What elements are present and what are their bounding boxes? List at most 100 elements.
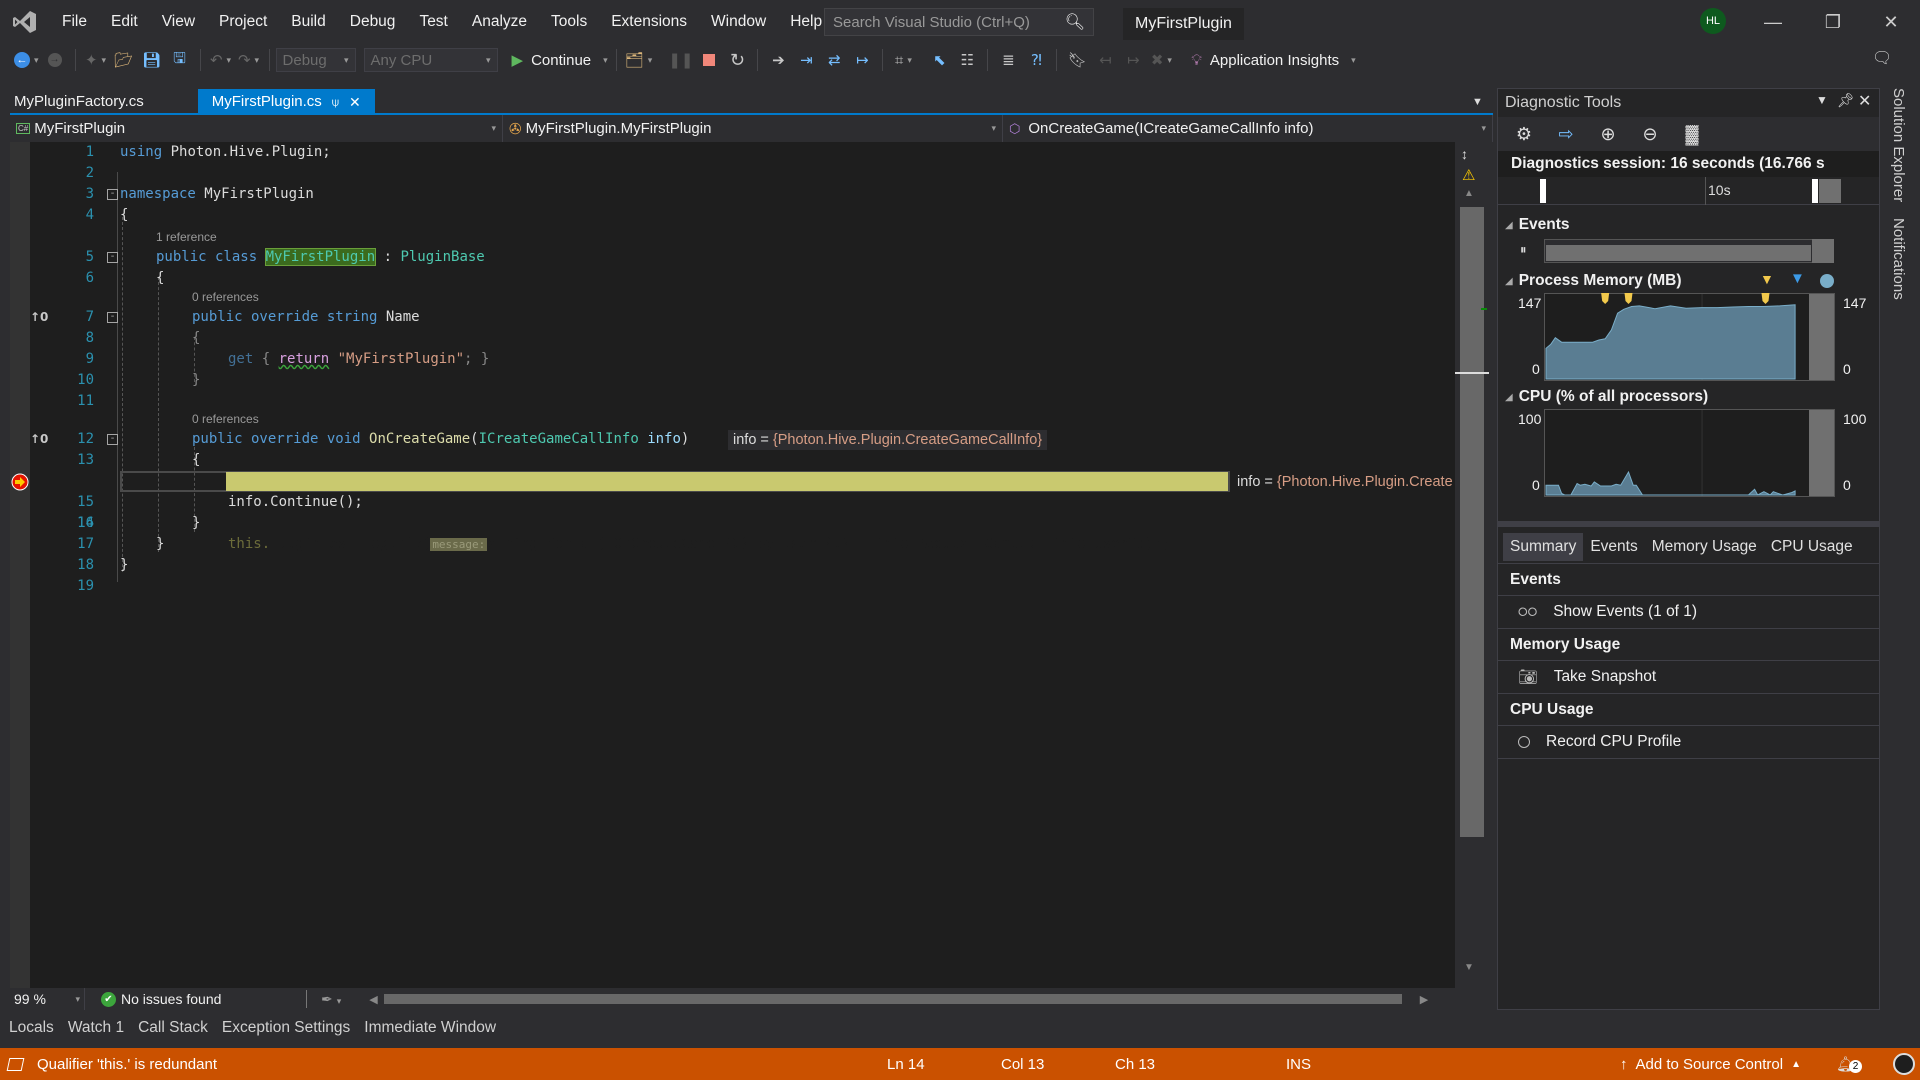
step-out-button[interactable]: ↦ (850, 47, 874, 73)
insert-mode-indicator[interactable]: INS (1286, 1056, 1311, 1073)
tab-myfirstplugin[interactable]: MyFirstPlugin.cs ⍦ ✕ (197, 89, 375, 115)
feedback-status-icon[interactable] (1893, 1053, 1915, 1075)
step-into-button[interactable]: ⇥ (794, 47, 818, 73)
scroll-up-arrow[interactable]: ▲ (1464, 188, 1474, 199)
hex-display-button[interactable]: ⌗ ▾ (891, 47, 915, 73)
split-editor-icon[interactable]: ↕ (1461, 146, 1468, 162)
show-events-link[interactable]: ⭘⭘ Show Events (1 of 1) (1498, 596, 1879, 629)
tab-events[interactable]: Events (1583, 533, 1644, 561)
save-button[interactable]: 💾︎ (140, 47, 164, 73)
tab-overflow-dropdown[interactable]: ▼ (1472, 96, 1483, 108)
cpu-section-header[interactable]: ◢ CPU (% of all processors) (1498, 385, 1879, 409)
scrollbar-thumb[interactable] (1460, 207, 1484, 837)
take-snapshot-button[interactable]: 📷︎ Take Snapshot (1498, 661, 1879, 694)
undo-button[interactable]: ↶ ▾ (209, 47, 233, 73)
events-track[interactable]: ⏸︎ (1498, 237, 1879, 263)
next-bookmark-button[interactable]: ↦ (1121, 47, 1145, 73)
stop-debugging-button[interactable] (697, 47, 721, 73)
open-file-button[interactable]: 📂︎ (112, 47, 136, 73)
tab-exception-settings[interactable]: Exception Settings (215, 1014, 357, 1044)
menu-project[interactable]: Project (207, 0, 279, 44)
pin-panel-icon[interactable]: 📌︎ (1837, 92, 1855, 109)
layout-button[interactable]: ☷ (955, 47, 979, 73)
pause-collection-icon[interactable]: ⏸︎ (1520, 242, 1527, 258)
zoom-in-icon[interactable]: ⊕ (1596, 122, 1620, 146)
codelens-references[interactable]: 0 references (192, 412, 259, 426)
collapse-icon[interactable]: - (107, 312, 118, 323)
scroll-right-arrow[interactable]: ▶ (1420, 993, 1428, 1006)
inline-datatip[interactable]: info = {Photon.Hive.Plugin.CreateGameCal… (728, 430, 1048, 450)
tab-immediate-window[interactable]: Immediate Window (357, 1014, 503, 1044)
comment-button[interactable]: ≣ (996, 47, 1020, 73)
close-tab-icon[interactable]: ✕ (349, 89, 361, 115)
tab-solution-explorer[interactable]: Solution Explorer (1890, 88, 1907, 202)
chart-help-icon[interactable]: ▓ (1680, 122, 1704, 146)
save-all-button[interactable]: 🖫︎ (168, 47, 192, 73)
warning-icon[interactable]: ⚠ (1462, 166, 1475, 184)
close-window-button[interactable]: ✕ (1868, 6, 1914, 38)
step-over-button[interactable]: ⇄ (822, 47, 846, 73)
menu-analyze[interactable]: Analyze (460, 0, 539, 44)
codelens-references[interactable]: 0 references (192, 290, 259, 304)
feedback-button[interactable]: 🗨︎ (1872, 48, 1892, 68)
show-next-statement-button[interactable]: ➔ (766, 47, 790, 73)
clear-bookmarks-button[interactable]: ✖ ▾ (1149, 47, 1173, 73)
breakpoint-current-statement-icon[interactable] (10, 472, 30, 492)
inline-datatip[interactable]: info = {Photon.Hive.Plugin.Create (1232, 472, 1458, 492)
tab-watch-1[interactable]: Watch 1 (61, 1014, 131, 1044)
pin-tab-icon[interactable]: ⍦ (332, 89, 339, 115)
tab-call-stack[interactable]: Call Stack (131, 1014, 215, 1044)
selection-start-handle[interactable] (1540, 179, 1546, 203)
tab-cpu-usage[interactable]: CPU Usage (1764, 533, 1860, 561)
tab-locals[interactable]: Locals (2, 1014, 61, 1044)
uncomment-button[interactable]: ⁈ (1024, 47, 1048, 73)
add-to-source-control-button[interactable]: ↑ Add to Source Control ▲ (1620, 1056, 1801, 1073)
settings-gear-icon[interactable]: ⚙ (1512, 122, 1536, 146)
tab-mypluginfactory[interactable]: MyPluginFactory.cs (0, 89, 158, 115)
tab-summary[interactable]: Summary (1503, 533, 1584, 561)
tab-notifications[interactable]: Notifications (1890, 218, 1907, 300)
memory-section-header[interactable]: ◢ Process Memory (MB) ▼ ▼ (1498, 269, 1879, 293)
line-indicator[interactable]: Ln 14 (887, 1056, 925, 1073)
collapse-icon[interactable]: - (107, 252, 118, 263)
menu-file[interactable]: File (50, 0, 99, 44)
selection-end-handle[interactable] (1812, 179, 1818, 203)
overrides-icon[interactable]: ↑0 (30, 307, 48, 328)
member-dropdown[interactable]: ⬡ OnCreateGame(ICreateGameCallInfo info)… (1003, 115, 1493, 142)
splitter[interactable] (1498, 521, 1879, 527)
menu-build[interactable]: Build (279, 0, 337, 44)
timeline-ruler[interactable]: 10s (1498, 177, 1879, 205)
panel-options-dropdown[interactable]: ▼ (1816, 93, 1828, 107)
record-cpu-profile-button[interactable]: Record CPU Profile (1498, 726, 1879, 759)
overrides-icon[interactable]: ↑0 (30, 429, 48, 450)
find-in-files-button[interactable]: 🗂︎ ▾ (625, 47, 653, 73)
zoom-dropdown[interactable]: 99 % ▾ (10, 988, 85, 1010)
application-insights-button[interactable]: 💡︎ Application Insights ▾ (1191, 47, 1355, 73)
close-panel-icon[interactable]: ✕ (1858, 91, 1871, 111)
restart-button[interactable]: ↻ (725, 47, 749, 73)
search-input[interactable]: Search Visual Studio (Ctrl+Q) 🔍︎ (824, 8, 1094, 36)
menu-debug[interactable]: Debug (338, 0, 408, 44)
code-editor[interactable]: 1 using Photon.Hive.Plugin; 2 3- namespace… (10, 142, 1462, 988)
menu-tools[interactable]: Tools (539, 0, 599, 44)
menu-edit[interactable]: Edit (99, 0, 150, 44)
platform-dropdown[interactable]: Any CPU ▾ (363, 48, 498, 72)
scroll-left-arrow[interactable]: ◀ (369, 993, 377, 1006)
codelens-references[interactable]: 1 reference (156, 230, 217, 244)
collapse-icon[interactable]: - (107, 434, 118, 445)
navigate-forward-button[interactable]: → (43, 47, 67, 73)
user-avatar[interactable]: HL (1700, 8, 1726, 34)
break-all-button[interactable]: ❚❚ (668, 47, 693, 73)
bookmark-button[interactable]: 🔖︎ (1065, 47, 1089, 73)
char-indicator[interactable]: Ch 13 (1115, 1056, 1155, 1073)
menu-extensions[interactable]: Extensions (599, 0, 699, 44)
redo-button[interactable]: ↷ ▾ (237, 47, 261, 73)
prev-bookmark-button[interactable]: ↤ (1093, 47, 1117, 73)
menu-window[interactable]: Window (699, 0, 778, 44)
type-dropdown[interactable]: ✇ MyFirstPlugin.MyFirstPlugin ▾ (503, 115, 1003, 142)
menu-test[interactable]: Test (407, 0, 459, 44)
collapse-icon[interactable]: - (107, 189, 118, 200)
events-section-header[interactable]: ◢ Events (1498, 213, 1879, 237)
configuration-dropdown[interactable]: Debug ▾ (275, 48, 356, 72)
vertical-scrollbar[interactable]: ↕ ⚠ ▲ ▼ (1455, 142, 1489, 988)
